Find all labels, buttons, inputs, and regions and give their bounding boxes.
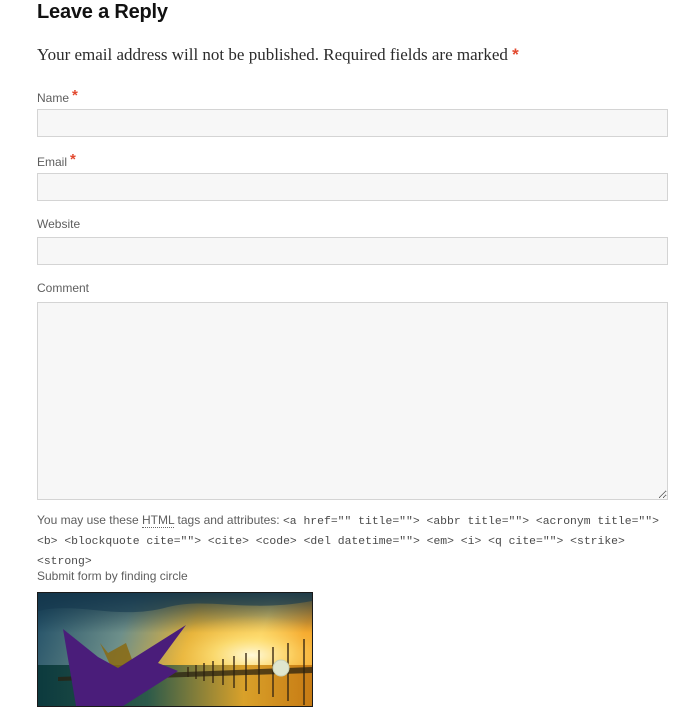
name-label-text: Name (37, 91, 70, 105)
email-field[interactable] (37, 173, 668, 201)
website-field[interactable] (37, 237, 668, 265)
html-abbr: HTML (141, 513, 175, 528)
email-label-text: Email (37, 155, 68, 169)
captcha-scene (38, 593, 312, 706)
captcha-label: Submit form by finding circle (37, 569, 188, 583)
website-label: Website (37, 217, 80, 231)
name-field[interactable] (37, 109, 668, 137)
allowed-tags-prefix: You may use these (37, 513, 139, 527)
website-label-text: Website (37, 217, 81, 231)
email-label: Email * (37, 151, 76, 170)
target-circle[interactable] (272, 659, 290, 677)
allowed-tags-note: You may use these HTML tags and attribut… (37, 511, 670, 571)
required-marker: * (512, 45, 519, 64)
captcha-image[interactable] (37, 592, 313, 707)
email-required-marker: * (70, 151, 76, 168)
comment-label: Comment (37, 281, 89, 295)
reply-title: Leave a Reply (37, 1, 168, 23)
comment-notes-text: Your email address will not be published… (37, 45, 508, 64)
allowed-tags-middle: tags and attributes: (177, 513, 280, 527)
comment-field[interactable] (37, 302, 668, 500)
name-label: Name * (37, 87, 78, 106)
name-required-marker: * (72, 87, 78, 104)
comment-label-text: Comment (37, 281, 90, 295)
comment-notes: Your email address will not be published… (37, 45, 519, 65)
